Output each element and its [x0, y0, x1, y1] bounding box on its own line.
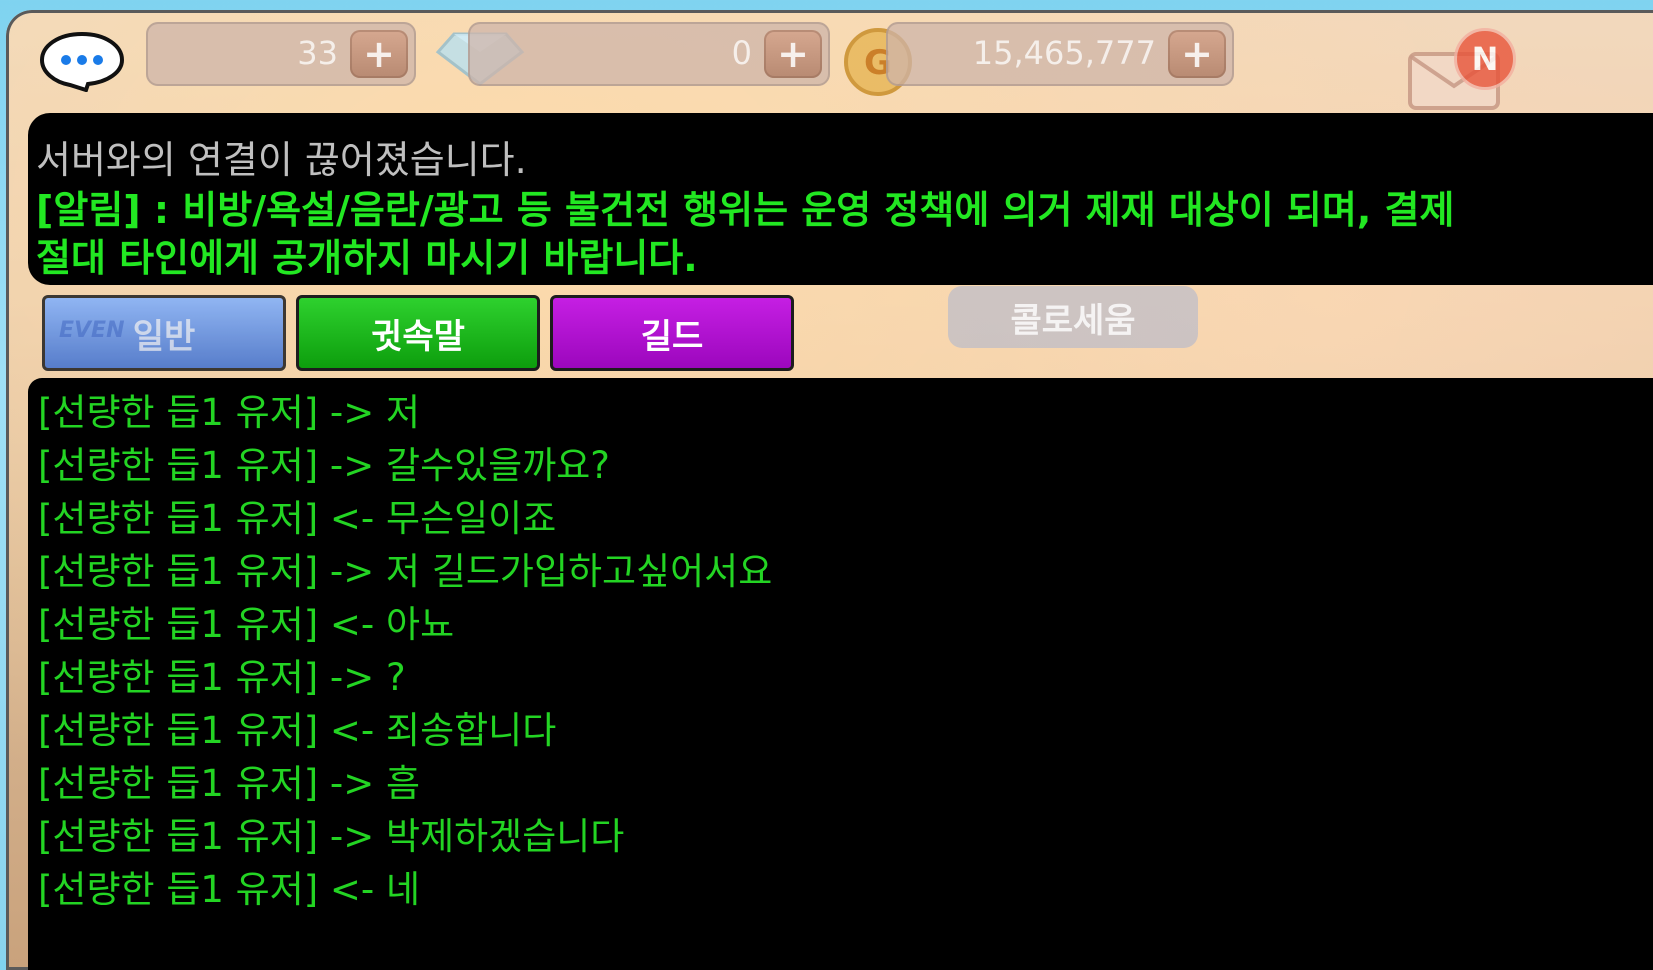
chat-message: [선량한 듭1 유저] -> 흠: [38, 762, 421, 805]
chat-message: [선량한 듭1 유저] -> ?: [38, 656, 406, 699]
gem-plus-button[interactable]: +: [764, 30, 822, 78]
gem-box: 0 +: [468, 22, 830, 86]
chat-message: [선량한 듭1 유저] <- 무슨일이죠: [38, 497, 557, 540]
event-overlay-text: EVEN: [59, 318, 125, 343]
system-notice-panel: 서버와의 연결이 끊어졌습니다. [알림] : 비방/욕설/음란/광고 등 불건…: [28, 113, 1653, 285]
chat-message: [선량한 듭1 유저] -> 박제하겠습니다: [38, 815, 625, 858]
policy-notice-line-1: [알림] : 비방/욕설/음란/광고 등 불건전 행위는 운영 정책에 의거 제…: [36, 188, 1455, 232]
chat-message: [선량한 듭1 유저] <- 아뇨: [38, 603, 455, 646]
chat-message: [선량한 듭1 유저] <- 죄송합니다: [38, 709, 557, 752]
policy-notice-line-2: 절대 타인에게 공개하지 마시기 바랍니다.: [36, 236, 698, 280]
tab-general-label: 일반: [132, 316, 196, 357]
gold-value: 15,465,777: [972, 34, 1156, 72]
chat-message: [선량한 듭1 유저] -> 갈수있을까요?: [38, 444, 610, 487]
top-resource-bar: 33 + 0 + G 15,465,777 + N: [6, 10, 1653, 120]
energy-box: 33 +: [146, 22, 416, 86]
tab-whisper[interactable]: 귓속말: [296, 295, 540, 371]
gold-plus-button[interactable]: +: [1168, 30, 1226, 78]
energy-plus-button[interactable]: +: [350, 30, 408, 78]
coliseum-button[interactable]: 콜로세움: [948, 286, 1198, 348]
gem-value: 0: [731, 34, 752, 72]
chat-message: [선량한 듭1 유저] -> 저 길드가입하고싶어서요: [38, 550, 773, 593]
gold-box: 15,465,777 +: [886, 22, 1234, 86]
chat-message: [선량한 듭1 유저] <- 네: [38, 868, 421, 911]
game-screen: 33 + 0 + G 15,465,777 + N 서버와의 연결이 끊어졌습니…: [6, 10, 1653, 970]
tab-guild-label: 길드: [640, 316, 704, 357]
chat-message: [선량한 듭1 유저] -> 저: [38, 391, 421, 434]
chat-log[interactable]: [선량한 듭1 유저] -> 저 [선량한 듭1 유저] -> 갈수있을까요? …: [28, 378, 1653, 970]
tab-guild[interactable]: 길드: [550, 295, 794, 371]
energy-value: 33: [297, 34, 338, 72]
disconnect-message: 서버와의 연결이 끊어졌습니다.: [36, 138, 527, 182]
chat-bubble-icon[interactable]: [36, 30, 128, 92]
tab-whisper-label: 귓속말: [371, 316, 465, 357]
mail-new-badge: N: [1454, 28, 1516, 90]
tab-general[interactable]: EVEN 일반: [42, 295, 286, 371]
